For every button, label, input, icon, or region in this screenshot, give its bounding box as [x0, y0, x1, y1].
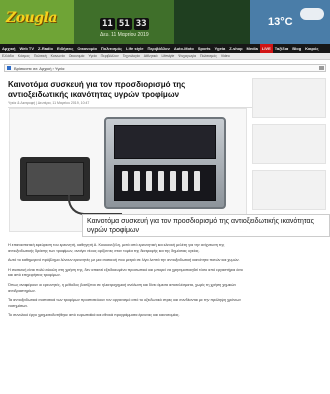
article-title: Καινοτόμα συσκευή για τον προσδιορισμό τ…: [8, 80, 186, 99]
home-icon[interactable]: [7, 66, 11, 70]
nav-item[interactable]: Οικονομία: [75, 44, 98, 53]
nav-item[interactable]: Ταξίδια: [273, 44, 291, 53]
subnav-item[interactable]: Υγεία: [86, 53, 98, 59]
go-button[interactable]: [319, 66, 324, 70]
nav-item[interactable]: Life style: [124, 44, 145, 53]
sidebar-ad[interactable]: [252, 170, 326, 210]
sub-nav: Ελλάδα Κόσμος Πολιτική Κοινωνία Οικονομία Υγε…: [0, 53, 330, 60]
subnav-item[interactable]: Οικονομία: [67, 53, 87, 59]
case-lid: [114, 125, 216, 159]
tablet-screen: [26, 162, 84, 196]
subnav-item[interactable]: Ελλάδα: [0, 53, 16, 59]
nav-item[interactable]: Media: [245, 44, 260, 53]
vial: [122, 171, 128, 191]
sidebar: [252, 78, 326, 394]
vial: [146, 171, 152, 191]
article-meta: Υγεία & Διατροφή | Δευτέρα, 11 Μαρτίου 2…: [8, 101, 90, 105]
subnav-item[interactable]: Περιβάλλον: [99, 53, 121, 59]
cloud-icon: [300, 8, 324, 20]
clock: 11 51 33: [100, 18, 149, 30]
subnav-item[interactable]: Τεχνολογία: [121, 53, 142, 59]
site-logo[interactable]: Zougla: [6, 10, 68, 32]
weather-temp[interactable]: 13°C: [268, 16, 293, 28]
vial: [134, 171, 140, 191]
nav-item[interactable]: Sports: [196, 44, 213, 53]
nav-item[interactable]: Περιβάλλον: [146, 44, 172, 53]
article-paragraph: Το συνολικό έργο χρηματοδοτήθηκε από ευρ…: [8, 313, 180, 318]
subnav-item[interactable]: Lifestyle: [160, 53, 177, 59]
nav-item[interactable]: Blog: [290, 44, 303, 53]
article-paragraph: Αυτό το καθημερινό πρόβλημα λύνουν ερευν…: [8, 258, 240, 263]
breadcrumb-text: Βρίσκεστε σε: Αρχική › Υγεία: [14, 66, 65, 71]
nav-item[interactable]: Z-shop: [227, 44, 244, 53]
clock-seconds: 33: [133, 18, 149, 30]
vial: [170, 171, 176, 191]
nav-item[interactable]: Ζ-Radio: [36, 44, 55, 53]
article-paragraph: Η επαναστατική εφεύρεση του ερευνητή, κα…: [8, 243, 225, 253]
vial: [158, 171, 164, 191]
article-paragraph: Όπως αναφέρουν οι ερευνητές, η μέθοδος β…: [8, 282, 237, 293]
case-tray: [114, 165, 216, 201]
date-text: Δευ. 11 Μαρτίου 2019: [100, 32, 149, 38]
equipment-case: [104, 117, 226, 209]
clock-minutes: 51: [116, 18, 132, 30]
subnav-item[interactable]: Πολιτισμός: [198, 53, 219, 59]
vial: [194, 171, 200, 191]
nav-item[interactable]: Αρχική: [0, 44, 17, 53]
nav-item[interactable]: Καιρός: [303, 44, 320, 53]
clock-hours: 11: [100, 18, 115, 30]
sidebar-ad[interactable]: [252, 124, 326, 164]
breadcrumb-bar: Βρίσκεστε σε: Αρχική › Υγεία: [4, 64, 326, 72]
subnav-item[interactable]: Κόσμος: [16, 53, 32, 59]
nav-item[interactable]: Ygeia: [213, 44, 228, 53]
subnav-item[interactable]: Κοινωνία: [49, 53, 67, 59]
subnav-item[interactable]: Ψυχαγωγία: [176, 53, 198, 59]
nav-item[interactable]: Web TV: [17, 44, 36, 53]
cable: [68, 195, 122, 215]
banner-segment: [174, 0, 250, 44]
article-body: Η επαναστατική εφεύρεση του ερευνητή, κα…: [8, 243, 244, 323]
sidebar-ad[interactable]: [252, 78, 326, 118]
article-paragraph: Τα αντιοξειδωτικά συστατικά των τροφίμων…: [8, 298, 242, 308]
subnav-item[interactable]: Πολιτική: [32, 53, 49, 59]
article-paragraph: Η συσκευή είναι πολύ εύκολη στη χρήση τη…: [8, 267, 243, 278]
site-banner: Zougla 11 51 33 Δευ. 11 Μαρτίου 2019 13°…: [0, 0, 330, 44]
subnav-item[interactable]: Video: [219, 53, 232, 59]
subnav-item[interactable]: Αθλητικά: [142, 53, 160, 59]
nav-item[interactable]: Auto-Moto: [172, 44, 196, 53]
nav-item[interactable]: Πολιτισμός: [99, 44, 124, 53]
main-nav: Αρχική Web TV Ζ-Radio Ειδήσεις Οικονομία Πολι…: [0, 44, 330, 53]
nav-item[interactable]: LIVE: [259, 44, 273, 53]
nav-item[interactable]: Ειδήσεις: [55, 44, 75, 53]
vial: [182, 171, 188, 191]
